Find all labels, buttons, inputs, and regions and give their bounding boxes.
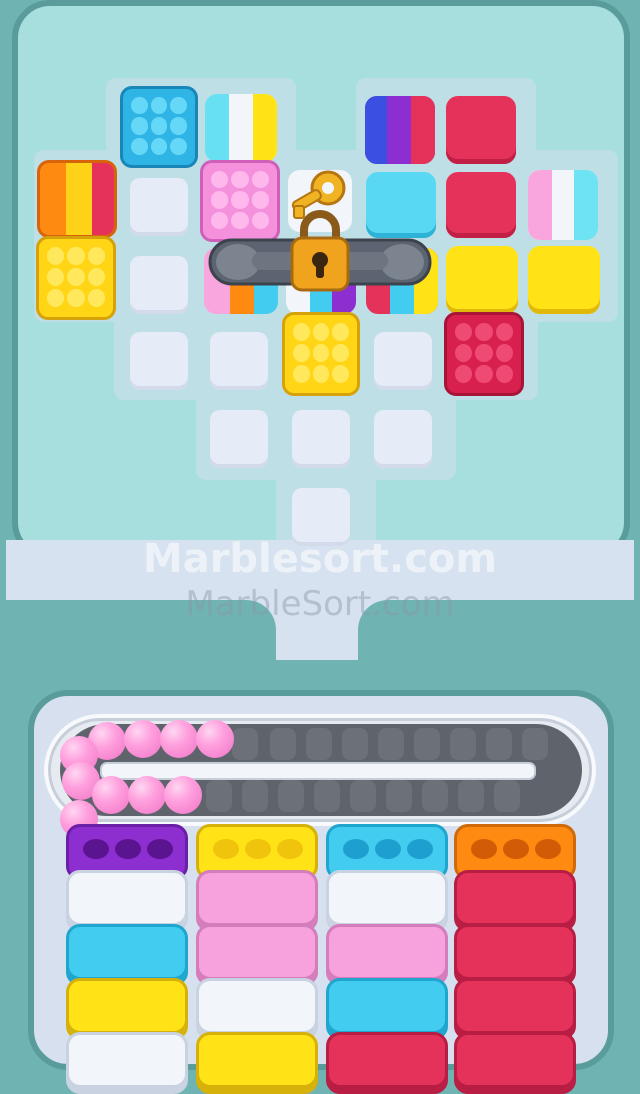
conveyor-slot [232,728,258,760]
empty-cell [374,410,432,468]
marble-hole [471,839,497,859]
marble-box-mixed[interactable] [37,160,117,238]
chute-left-wall [6,600,276,700]
stacked-box-white [196,978,318,1040]
marble-box-yellow[interactable] [282,312,360,396]
bubble-grid [131,97,187,155]
chute-right-wall [358,600,634,700]
empty-cell [130,178,188,236]
marble-icon [164,776,202,814]
empty-cell [210,410,268,468]
marble-hole [115,839,141,859]
conveyor-slot [458,780,484,812]
conveyor-slot [206,780,232,812]
conveyor-slot [522,728,548,760]
conveyor-slot [378,728,404,760]
marble-hole [343,839,369,859]
empty-cell [292,488,350,546]
stacked-box-pink [196,924,318,986]
stacked-box-red [454,870,576,932]
marble-hole [375,839,401,859]
marble-icon [128,776,166,814]
conveyor-slot [494,780,520,812]
stacked-box-red [454,978,576,1040]
conveyor-slot [278,780,304,812]
stacked-box-cyan [326,978,448,1040]
empty-cell [130,256,188,314]
bubble-grid [455,323,513,383]
stacked-box-red [454,1032,576,1094]
stacked-box-pink [326,924,448,986]
stacked-box-white [66,1032,188,1094]
marble-hole [213,839,239,859]
conveyor-slot [314,780,340,812]
color-block-yellow[interactable] [446,246,518,314]
marble-box-yellow[interactable] [36,236,116,320]
conveyor-slot [414,728,440,760]
striped-block[interactable] [528,170,598,240]
conveyor-slot [342,728,368,760]
conveyor-slot [242,780,268,812]
striped-block[interactable] [365,96,435,164]
stacked-box-white [326,870,448,932]
empty-cell [292,410,350,468]
marble-hole [503,839,529,859]
conveyor-slot [422,780,448,812]
marble-hole [147,839,173,859]
stacked-box-yellow [196,1032,318,1094]
color-block-red[interactable] [446,172,516,238]
marble-icon [160,720,198,758]
stacked-box-white [66,870,188,932]
marble-hole [535,839,561,859]
conveyor-slot [450,728,476,760]
marble-box-cyan[interactable] [120,86,198,168]
striped-block[interactable] [205,94,277,162]
bubble-grid [47,247,105,307]
marble-hole [83,839,109,859]
conveyor-slot [270,728,296,760]
conveyor-divider [100,762,536,780]
empty-cell [130,332,188,390]
marble-icon [196,720,234,758]
conveyor-slot [486,728,512,760]
bubble-grid [293,323,349,383]
padlock-icon[interactable] [288,208,352,292]
empty-cell [210,332,268,390]
marble-box-red[interactable] [444,312,524,396]
stacked-box-red [454,924,576,986]
marble-icon [124,720,162,758]
stacked-box-yellow [66,978,188,1040]
marble-hole [277,839,303,859]
conveyor-slot [306,728,332,760]
conveyor-slot [386,780,412,812]
stacked-box-red [326,1032,448,1094]
conveyor-slot [350,780,376,812]
marble-hole [407,839,433,859]
stacked-box-cyan [66,924,188,986]
marble-hole [245,839,271,859]
stacked-box-pink [196,870,318,932]
empty-cell [374,332,432,390]
marble-icon [92,776,130,814]
color-block-yellow[interactable] [528,246,600,314]
color-block-red[interactable] [446,96,516,164]
